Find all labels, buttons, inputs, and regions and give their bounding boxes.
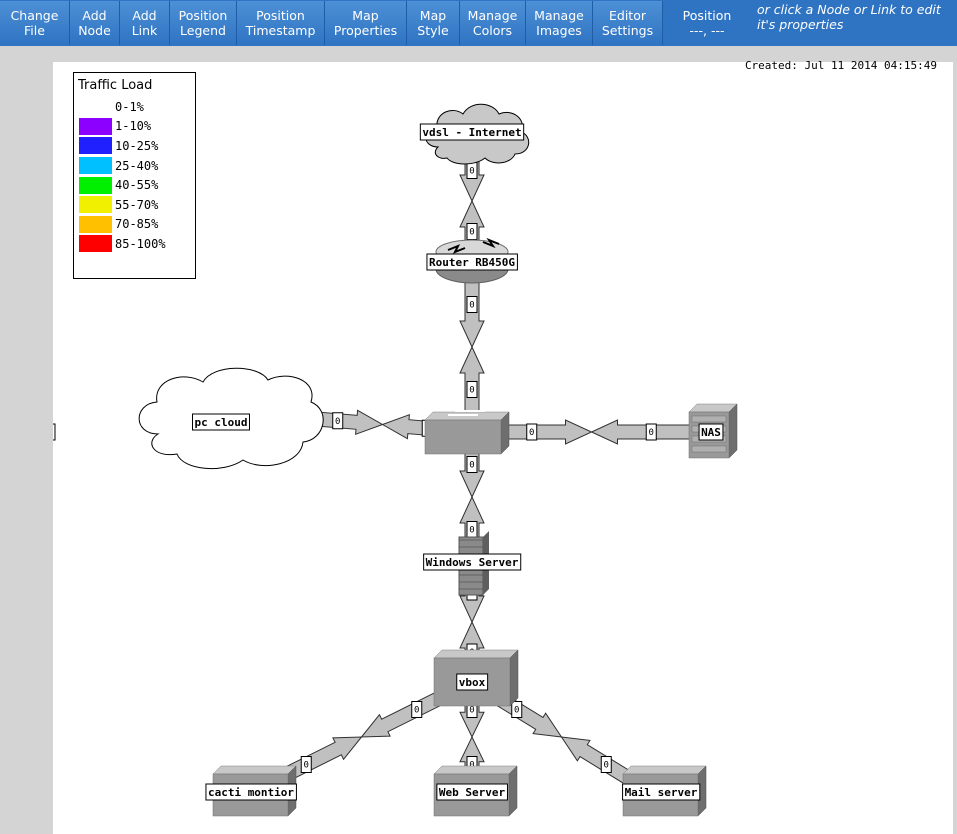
bandwidth-label[interactable]: 0 — [466, 521, 478, 538]
bandwidth-label[interactable]: 0 — [466, 162, 478, 179]
position-readout: Position ---, --- — [682, 8, 732, 38]
bandwidth-value: 0 — [469, 228, 474, 238]
position-timestamp-button[interactable]: Position Timestamp — [237, 1, 325, 45]
nodes-layer: vdsl - Internet Router RB450G pc cloud NAS W… — [53, 103, 738, 817]
node-label-cacti: cacti montior — [208, 786, 294, 799]
bandwidth-value: 0 — [469, 461, 474, 471]
bandwidth-value: 0 — [469, 386, 474, 396]
node-label-internet: vdsl - Internet — [422, 126, 521, 139]
node-label-mail: Mail server — [625, 786, 698, 799]
node-cacti[interactable]: cacti montior — [205, 765, 297, 817]
bandwidth-value: 0 — [469, 167, 474, 177]
node-label-pc-cloud: pc cloud — [195, 416, 248, 429]
bandwidth-value: 0 — [414, 706, 419, 716]
node-pc-cloud[interactable]: pc cloud — [138, 367, 324, 470]
node-mail[interactable]: Mail server — [622, 765, 707, 817]
bandwidth-label[interactable]: 0 — [526, 423, 538, 441]
position-legend-button[interactable]: Position Legend — [170, 1, 237, 45]
bandwidth-value: 0 — [469, 706, 474, 716]
node-label-web: Web Server — [439, 786, 506, 799]
bandwidth-label[interactable]: 0 — [466, 456, 478, 473]
node-router[interactable]: Router RB450G — [426, 237, 518, 284]
bandwidth-label[interactable]: 0 — [511, 701, 523, 718]
manage-colors-button[interactable]: Manage Colors — [460, 1, 526, 45]
bandwidth-value: 0 — [335, 417, 340, 427]
change-file-button[interactable]: Change File — [0, 1, 70, 45]
add-link-button[interactable]: Add Link — [120, 1, 170, 45]
map-style-button[interactable]: Map Style — [407, 1, 460, 45]
map-properties-button[interactable]: Map Properties — [325, 1, 407, 45]
node-web[interactable]: Web Server — [433, 765, 518, 817]
toolbar-hint: or click a Node or Link to edit it's pro… — [757, 2, 941, 32]
bandwidth-label[interactable]: 0 — [600, 756, 612, 773]
node-vbox[interactable]: vbox — [433, 649, 519, 707]
bandwidth-value: 0 — [469, 526, 474, 536]
node-label-vbox: vbox — [459, 676, 486, 689]
node-windows-server[interactable]: Windows Server — [423, 531, 522, 596]
bandwidth-label[interactable]: 0 — [332, 412, 344, 430]
bandwidth-label[interactable]: 0 — [411, 701, 423, 718]
node-label-windows: Windows Server — [426, 556, 519, 569]
node-label-nas: NAS — [701, 426, 721, 439]
bandwidth-label[interactable]: 0 — [466, 296, 478, 313]
node-internet[interactable]: vdsl - Internet — [419, 103, 530, 165]
add-node-button[interactable]: Add Node — [70, 1, 120, 45]
node-label-router: Router RB450G — [429, 256, 515, 269]
bandwidth-value: 0 — [514, 706, 519, 716]
editor-settings-button[interactable]: Editor Settings — [593, 1, 663, 45]
network-map: 000000000000000000vdsl - InternetRouter … — [53, 103, 738, 817]
bandwidth-label[interactable]: 0 — [466, 223, 478, 240]
bandwidth-label[interactable]: 0 — [645, 423, 657, 441]
bandwidth-value: 0 — [604, 761, 609, 771]
bandwidth-label[interactable]: 0 — [466, 381, 478, 398]
node-nas[interactable]: NAS — [688, 403, 738, 459]
bandwidth-label[interactable]: 0 — [300, 756, 312, 773]
link-router-switch[interactable]: 00 — [459, 261, 485, 433]
bandwidth-value: 0 — [649, 428, 654, 438]
bandwidth-value: 0 — [304, 761, 309, 771]
weathermap-canvas[interactable]: Created: Jul 11 2014 04:15:49 Traffic Lo… — [53, 59, 953, 834]
editor-toolbar: Change File Add Node Add Link Position L… — [0, 0, 957, 46]
switch-icon — [424, 419, 502, 455]
manage-images-button[interactable]: Manage Images — [526, 1, 593, 45]
bandwidth-value: 0 — [469, 301, 474, 311]
bandwidth-value: 0 — [529, 428, 534, 438]
